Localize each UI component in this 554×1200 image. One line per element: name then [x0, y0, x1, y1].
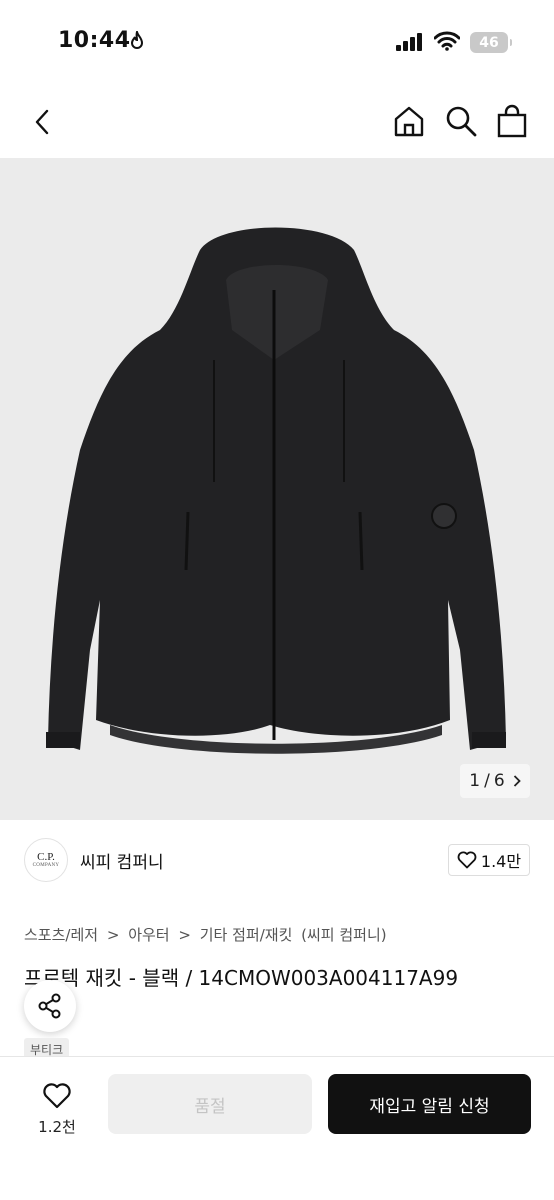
brand-like-button[interactable]: 1.4만: [448, 844, 530, 876]
share-icon: [38, 993, 61, 1019]
chevron-right-icon: >: [106, 926, 120, 944]
breadcrumb-item[interactable]: 스포츠/레저: [24, 926, 98, 944]
wifi-icon: [434, 31, 460, 51]
shopping-bag-icon[interactable]: [496, 104, 528, 138]
breadcrumb-item[interactable]: 아우터: [128, 926, 169, 944]
heart-icon: [457, 851, 477, 869]
breadcrumb-item[interactable]: 기타 점퍼/재킷: [200, 926, 293, 944]
brand-logo-text: C.P.: [37, 851, 55, 863]
bottom-action-bar: 1.2천 품절 재입고 알림 신청: [0, 1056, 554, 1200]
search-icon[interactable]: [444, 104, 478, 138]
status-bar: 10:44 46: [0, 0, 554, 88]
chevron-left-icon: [35, 109, 49, 135]
breadcrumb-item[interactable]: (씨피 컴퍼니): [301, 926, 386, 944]
share-button[interactable]: [24, 980, 76, 1032]
brand-name[interactable]: 씨피 컴퍼니: [80, 848, 164, 873]
heart-icon: [43, 1082, 71, 1108]
restock-alert-button[interactable]: 재입고 알림 신청: [328, 1074, 531, 1134]
wishlist-count: 1.2천: [38, 1117, 76, 1136]
counter-current: 1: [469, 771, 481, 791]
chevron-right-icon: [513, 775, 521, 787]
brand-row[interactable]: C.P. COMPANY 씨피 컴퍼니 1.4만: [0, 830, 554, 892]
brand-logo-subtext: COMPANY: [32, 863, 60, 868]
soldout-button[interactable]: 품절: [108, 1074, 312, 1134]
chevron-right-icon: >: [178, 926, 191, 944]
breadcrumb: 스포츠/레저 > 아우터 > 기타 점퍼/재킷 (씨피 컴퍼니): [24, 924, 391, 945]
product-image: [46, 227, 506, 754]
flame-icon: [130, 31, 144, 49]
image-counter[interactable]: 1/6: [460, 764, 530, 798]
brand-like-count: 1.4만: [480, 852, 522, 871]
back-button[interactable]: [26, 106, 58, 138]
counter-total: 6: [493, 771, 505, 791]
battery-icon: 46: [470, 32, 512, 53]
signal-icon: [396, 33, 422, 51]
brand-logo[interactable]: C.P. COMPANY: [24, 838, 68, 882]
counter-separator: /: [484, 771, 490, 791]
status-time: 10:44: [58, 28, 131, 53]
product-title: 프로텍 재킷 - 블랙 / 14CMOW003A004117A99: [24, 966, 459, 990]
wishlist-button[interactable]: 1.2천: [22, 1075, 92, 1143]
top-nav: [0, 88, 554, 158]
product-image-gallery[interactable]: 1/6: [0, 158, 554, 820]
home-icon[interactable]: [392, 104, 426, 138]
